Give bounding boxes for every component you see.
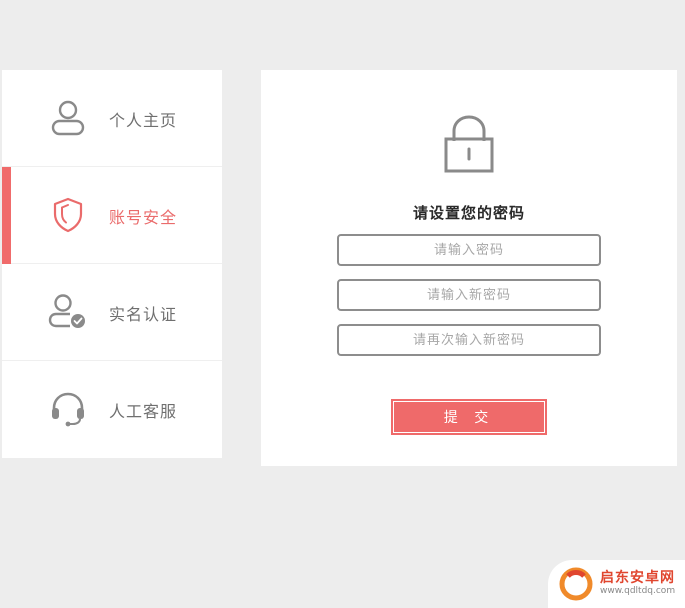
current-password-input[interactable] bbox=[337, 234, 601, 266]
sidebar-item-label: 个人主页 bbox=[109, 111, 178, 130]
sidebar-item-verification[interactable]: 实名认证 bbox=[2, 264, 222, 361]
sidebar-item-label: 实名认证 bbox=[109, 305, 178, 324]
sidebar-item-account-security[interactable]: 账号安全 bbox=[2, 167, 222, 264]
headset-icon bbox=[46, 389, 90, 429]
sidebar-item-customer-service[interactable]: 人工客服 bbox=[2, 361, 222, 457]
sidebar-item-profile[interactable]: 个人主页 bbox=[2, 70, 222, 167]
user-icon bbox=[46, 98, 90, 138]
sidebar-item-label: 人工客服 bbox=[109, 402, 178, 421]
watermark-text: 启东安卓网 www.qdltdq.com bbox=[600, 570, 676, 596]
active-indicator bbox=[2, 167, 11, 264]
lock-icon bbox=[442, 115, 496, 173]
watermark-name: 启东安卓网 bbox=[600, 570, 675, 587]
shield-icon bbox=[46, 195, 90, 235]
verified-user-icon bbox=[46, 292, 90, 332]
sidebar-item-label: 账号安全 bbox=[109, 208, 178, 227]
submit-button[interactable]: 提 交 bbox=[391, 399, 547, 435]
new-password-input[interactable] bbox=[337, 279, 601, 311]
watermark: 启东安卓网 www.qdltdq.com bbox=[548, 560, 685, 608]
confirm-password-input[interactable] bbox=[337, 324, 601, 356]
sidebar: 个人主页 账号安全 实名认证 人工客服 bbox=[2, 70, 222, 458]
watermark-logo-icon bbox=[558, 566, 594, 602]
page-title: 请设置您的密码 bbox=[412, 204, 525, 222]
password-panel: 请设置您的密码 提 交 bbox=[261, 70, 677, 466]
watermark-url: www.qdltdq.com bbox=[600, 585, 676, 596]
